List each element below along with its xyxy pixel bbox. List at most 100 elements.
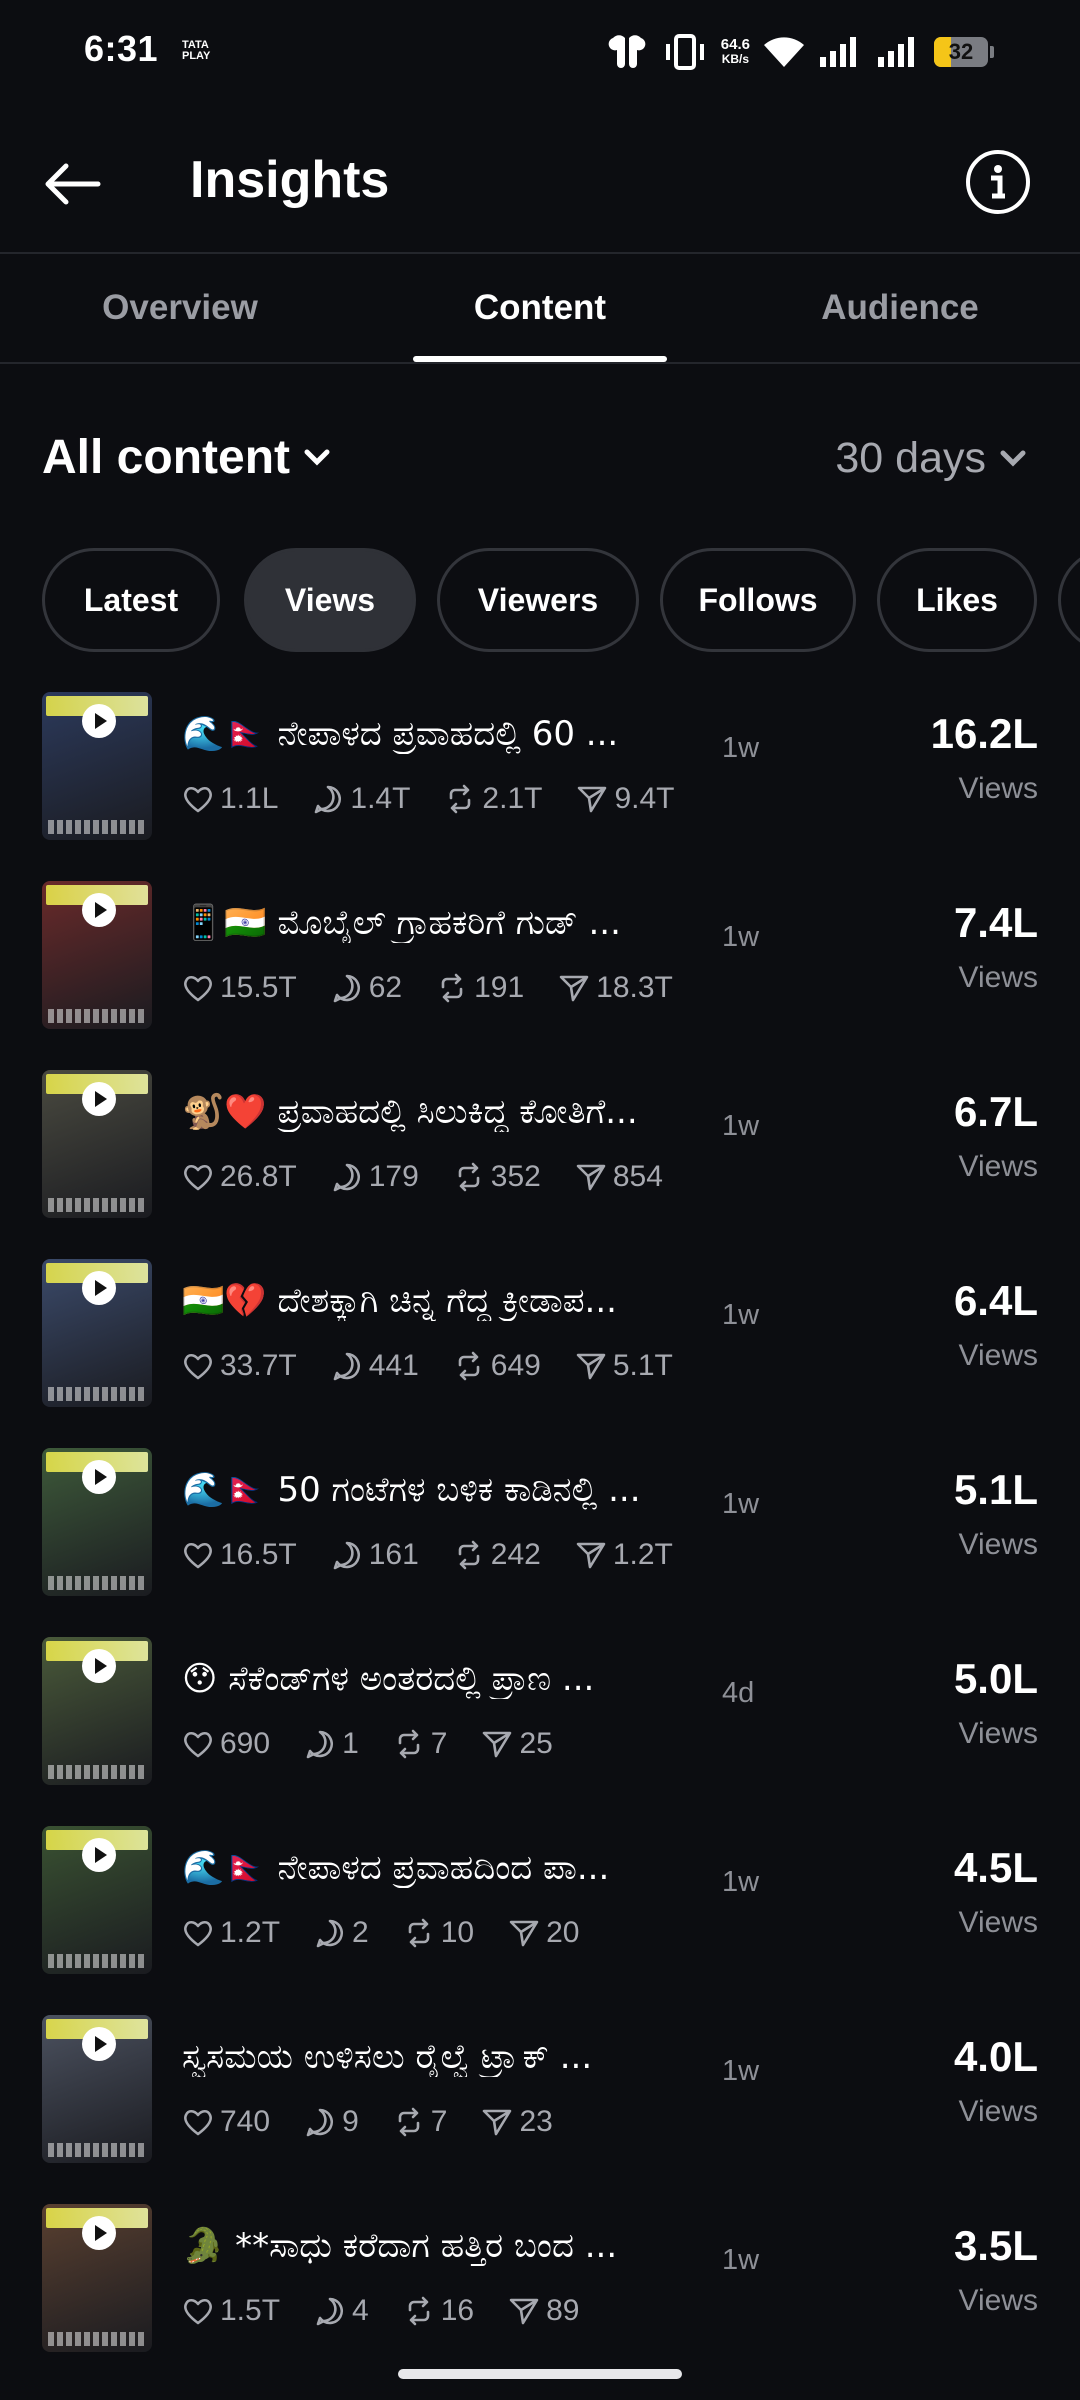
shares-count: 9.4T: [614, 782, 675, 815]
chip-follows[interactable]: Follows: [660, 548, 856, 652]
chevron-down-icon: [1000, 450, 1026, 467]
share-icon: [483, 2109, 512, 2136]
views-value: 7.4L: [953, 899, 1038, 946]
heart-icon: [184, 1353, 212, 1380]
likes-stat: 15.5T: [182, 971, 297, 1005]
signal-icon: [820, 37, 856, 67]
post-stats: 690 1 7 25: [182, 1727, 587, 1761]
post-thumbnail[interactable]: [42, 692, 152, 840]
share-icon: [559, 975, 589, 1002]
repost-icon: [441, 973, 463, 1003]
shares-stat: 854: [575, 1160, 663, 1194]
likes-stat: 1.5T: [182, 2294, 280, 2328]
tab-overview[interactable]: Overview: [0, 254, 360, 362]
play-icon: [82, 2216, 116, 2250]
views-metric: 3.5L Views: [954, 2222, 1038, 2318]
views-label: Views: [958, 1339, 1038, 1372]
content-row[interactable]: 🇮🇳💔 ದೇಶಕ್ಕಾಗಿ ಚಿನ್ನ ಗೆದ್ದ ಕ್ರೀಡಾಪ... 1w …: [0, 1247, 1080, 1436]
replies-count: 62: [368, 971, 403, 1004]
repost-icon: [458, 1540, 480, 1570]
share-icon: [509, 2298, 539, 2325]
post-stats: 15.5T 62 191 18.3T: [182, 971, 707, 1005]
post-thumbnail[interactable]: [42, 1070, 152, 1218]
reposts-stat: 2.1T: [444, 782, 542, 816]
post-stats: 16.5T 161 242 1.2T: [182, 1538, 707, 1572]
chip-latest[interactable]: Latest: [42, 548, 220, 652]
replies-stat: 179: [331, 1160, 419, 1194]
back-button[interactable]: [36, 148, 108, 220]
network-speed-unit: KB/s: [721, 52, 750, 66]
play-icon: [82, 1649, 116, 1683]
post-stats: 1.2T 2 10 20: [182, 1916, 613, 1950]
info-button[interactable]: [966, 150, 1030, 214]
thumbnail-footer: [48, 2143, 146, 2157]
content-row[interactable]: 🐒❤️ ಪ್ರವಾಹದಲ್ಲಿ ಸಿಲುಕಿದ್ದ ಕೋತಿಗೆ... 1w 2…: [0, 1058, 1080, 1247]
play-icon: [82, 2027, 116, 2061]
replies-count: 179: [368, 1160, 419, 1193]
likes-stat: 16.5T: [182, 1538, 297, 1572]
views-label: Views: [958, 2095, 1038, 2128]
reply-icon: [316, 1919, 343, 1948]
post-thumbnail[interactable]: [42, 1259, 152, 1407]
post-title: 🇮🇳💔 ದೇಶಕ್ಕಾಗಿ ಚಿನ್ನ ಗೆದ್ದ ಕ್ರೀಡಾಪ...: [182, 1281, 617, 1321]
reposts-count: 649: [490, 1349, 541, 1382]
thumbnail-footer: [48, 1954, 146, 1968]
shares-count: 25: [519, 1727, 553, 1760]
chip-likes[interactable]: Likes: [877, 548, 1037, 652]
chip-viewers[interactable]: Viewers: [437, 548, 639, 652]
tab-content[interactable]: Content: [360, 254, 720, 362]
content-row[interactable]: 🌊🇳🇵 ನೇಪಾಳದ ಪ್ರವಾಹದಲ್ಲಿ 60 ... 1w 1.1L 1.…: [0, 680, 1080, 869]
heart-icon: [184, 1920, 212, 1947]
battery-icon: 32: [934, 37, 994, 67]
reply-icon: [306, 1730, 334, 1759]
tab-audience[interactable]: Audience: [720, 254, 1080, 362]
home-indicator[interactable]: [398, 2369, 682, 2379]
replies-count: 441: [368, 1349, 419, 1382]
replies-count: 2: [352, 1916, 369, 1949]
content-row[interactable]: 🌊🇳🇵 ನೇಪಾಳದ ಪ್ರವಾಹದಿಂದ ಪಾ... 1w 1.2T 2 10…: [0, 1814, 1080, 2003]
repost-icon: [408, 1918, 430, 1948]
reply-icon: [333, 1352, 360, 1381]
views-label: Views: [958, 1150, 1038, 1183]
views-label: Views: [958, 2284, 1038, 2317]
post-thumbnail[interactable]: [42, 1826, 152, 1974]
content-row[interactable]: ಸ್ವಸಮಯ ಉಳಿಸಲು ರೈಲ್ವೆ ಟ್ರ್ಯಾಕ್ ... 1w 740…: [0, 2003, 1080, 2192]
reposts-count: 191: [474, 971, 525, 1004]
post-thumbnail[interactable]: [42, 1448, 152, 1596]
heart-icon: [184, 1164, 212, 1191]
likes-stat: 33.7T: [182, 1349, 297, 1383]
date-range-dropdown[interactable]: 30 days: [835, 434, 1026, 483]
reposts-count: 352: [490, 1160, 541, 1193]
views-metric: 6.7L Views: [954, 1088, 1038, 1184]
replies-count: 9: [342, 2105, 359, 2138]
chevron-down-icon: [304, 449, 330, 466]
reposts-stat: 7: [393, 2105, 447, 2139]
post-thumbnail[interactable]: [42, 881, 152, 1029]
post-stats: 33.7T 441 649 5.1T: [182, 1349, 707, 1383]
views-metric: 5.1L Views: [954, 1466, 1038, 1562]
post-thumbnail[interactable]: [42, 1637, 152, 1785]
thumbnail-footer: [48, 820, 146, 834]
earbuds-icon: [608, 35, 646, 68]
content-type-dropdown[interactable]: All content: [42, 430, 330, 485]
shares-count: 1.2T: [612, 1538, 673, 1571]
post-thumbnail[interactable]: [42, 2015, 152, 2163]
shares-count: 18.3T: [596, 971, 673, 1004]
views-label: Views: [958, 1528, 1038, 1561]
tabs-divider: [0, 362, 1080, 364]
post-title: 😯 ಸೆಕೆಂಡ್‌ಗಳ ಅಂತರದಲ್ಲಿ ಪ್ರಾಣ ...: [182, 1659, 595, 1699]
chip-views[interactable]: Views: [244, 548, 416, 652]
repost-icon: [450, 784, 471, 814]
content-row[interactable]: 🐊 **ಸಾಧು ಕರೆದಾಗ ಹತ್ತಿರ ಬಂದ ... 1w 1.5T 4…: [0, 2192, 1080, 2381]
shares-stat: 1.2T: [575, 1538, 673, 1572]
reposts-count: 242: [490, 1538, 541, 1571]
likes-count: 16.5T: [220, 1538, 297, 1571]
share-icon: [483, 1731, 512, 1758]
content-row[interactable]: 📱🇮🇳 ಮೊಬೈಲ್ ಗ್ರಾಹಕರಿಗೆ ಗುಡ್ ... 1w 15.5T …: [0, 869, 1080, 1058]
reposts-stat: 242: [453, 1538, 541, 1572]
play-icon: [82, 893, 116, 927]
chip-more[interactable]: [1058, 548, 1080, 652]
content-row[interactable]: 🌊🇳🇵 50 ಗಂಟೆಗಳ ಬಳಿಕ ಕಾಡಿನಲ್ಲಿ ... 1w 16.5…: [0, 1436, 1080, 1625]
content-row[interactable]: 😯 ಸೆಕೆಂಡ್‌ಗಳ ಅಂತರದಲ್ಲಿ ಪ್ರಾಣ ... 4d 690 …: [0, 1625, 1080, 1814]
post-thumbnail[interactable]: [42, 2204, 152, 2352]
